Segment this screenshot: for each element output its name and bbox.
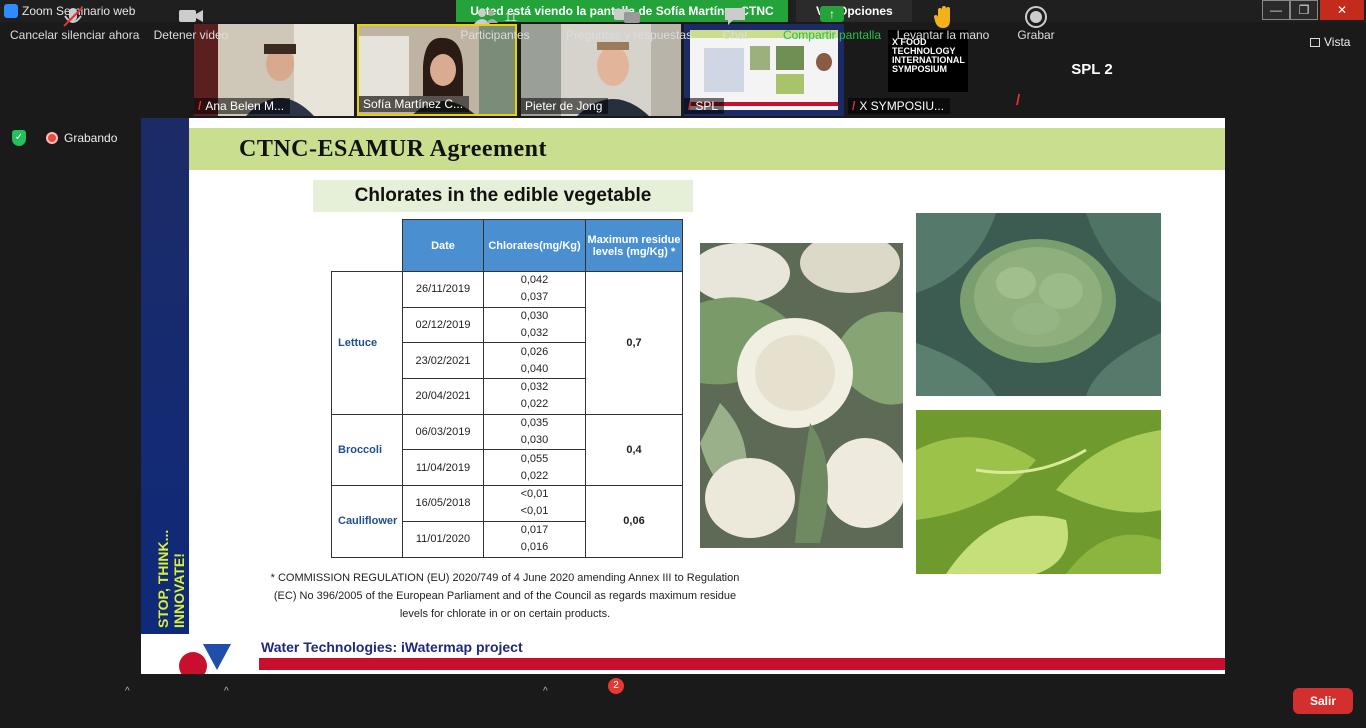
- zoom-window: Zoom Seminario web Usted está viendo la …: [0, 0, 1366, 728]
- view-label: Vista: [1324, 35, 1351, 49]
- chevron-up-icon[interactable]: ^: [125, 686, 130, 697]
- slide-bottom-title: Water Technologies: iWatermap project: [261, 639, 523, 655]
- record-button[interactable]: Grabar: [1012, 0, 1060, 52]
- share-screen-icon: ↑: [780, 0, 884, 28]
- date-cell: 02/12/2019: [402, 306, 484, 344]
- table-row: Cauliflower 16/05/2018 <0,01 <0,01 0,06: [331, 485, 683, 558]
- broccoli-photo: [916, 213, 1161, 396]
- record-icon: [1012, 0, 1060, 28]
- meeting-toolbar: [0, 676, 1366, 728]
- product-cell: Cauliflower: [331, 485, 403, 558]
- date-cell: 26/11/2019: [402, 271, 484, 308]
- header-chlorates: Chlorates(mg/Kg): [483, 219, 586, 272]
- value-cell: 0,032 0,022: [483, 378, 586, 415]
- participant-name: / Ana Belen M...: [194, 98, 291, 114]
- date-cell: 06/03/2019: [402, 413, 484, 451]
- date-cell: 23/02/2021: [402, 342, 484, 380]
- stop-video-button[interactable]: Detener video: [150, 0, 232, 52]
- chevron-up-icon[interactable]: ^: [224, 686, 229, 697]
- raise-hand-icon: [894, 0, 992, 28]
- microphone-muted-icon: [10, 0, 136, 28]
- value-cell: 0,035 0,030: [483, 413, 586, 451]
- value-cell: 0,017 0,016: [483, 520, 586, 558]
- participant-name: / X SYMPOSIU...: [848, 98, 951, 114]
- recording-label: Grabando: [64, 131, 118, 145]
- shared-screen: STOP, THINK... INNOVATE! CTNC-ESAMUR Agr…: [141, 118, 1225, 674]
- microphone-muted-icon: /: [1016, 92, 1021, 109]
- qa-icon: [566, 0, 688, 28]
- qa-badge: 2: [608, 678, 624, 694]
- participant-name: Sofía Martínez C...: [359, 96, 470, 112]
- security-shield-icon[interactable]: ✓: [12, 130, 26, 146]
- table-corner: [331, 219, 403, 272]
- record-dot-icon: [46, 132, 58, 144]
- grid-view-icon: [1310, 38, 1320, 47]
- view-switch-button[interactable]: Vista: [1310, 35, 1350, 49]
- cauliflower-photo: [700, 243, 903, 548]
- minimize-button[interactable]: —: [1262, 0, 1290, 20]
- participants-icon: 11: [458, 0, 532, 28]
- slide-side-text: STOP, THINK... INNOVATE!: [155, 529, 187, 628]
- mrl-cell: 0,06: [585, 485, 683, 558]
- value-cell: 0,026 0,040: [483, 342, 586, 380]
- chlorates-table: Date Chlorates(mg/Kg) Maximum residue le…: [331, 219, 683, 558]
- chat-icon: [712, 0, 758, 28]
- table-row: Broccoli 06/03/2019 0,035 0,030 0,4: [331, 413, 683, 487]
- close-button[interactable]: ✕: [1320, 0, 1364, 20]
- value-cell: 0,030 0,032: [483, 306, 586, 344]
- microphone-muted-icon: /: [852, 99, 856, 113]
- chat-button[interactable]: Chat: [712, 0, 758, 52]
- lettuce-photo: [916, 410, 1161, 574]
- slide-footnote: * COMMISSION REGULATION (EU) 2020/749 of…: [270, 572, 740, 620]
- unmute-button[interactable]: Cancelar silenciar ahora: [10, 0, 139, 52]
- mrl-cell: 0,4: [585, 413, 683, 487]
- slide-bottom-strip: [259, 658, 1225, 670]
- video-camera-icon: [150, 0, 232, 28]
- participant-name: / SPL: [684, 98, 725, 114]
- recording-indicator[interactable]: Grabando: [46, 131, 117, 145]
- date-cell: 11/01/2020: [402, 520, 484, 558]
- share-screen-button[interactable]: ↑ Compartir pantalla: [780, 0, 884, 52]
- mrl-cell: 0,7: [585, 271, 683, 415]
- slide-title: CTNC-ESAMUR Agreement: [239, 136, 548, 162]
- product-cell: Lettuce: [331, 271, 403, 415]
- maximize-button[interactable]: ❐: [1290, 0, 1318, 20]
- qa-button[interactable]: Preguntas y respuestas: [566, 0, 692, 52]
- value-cell: 0,042 0,037: [483, 271, 586, 308]
- product-cell: Broccoli: [331, 413, 403, 487]
- date-cell: 20/04/2021: [402, 378, 484, 415]
- chevron-up-icon[interactable]: ^: [543, 686, 548, 697]
- slide-subtitle: Chlorates in the edible vegetable: [313, 180, 693, 212]
- microphone-muted-icon: /: [688, 99, 692, 113]
- exit-button[interactable]: Salir: [1293, 688, 1353, 714]
- raise-hand-button[interactable]: Levantar la mano: [894, 0, 992, 52]
- participant-name: SPL 2: [1071, 61, 1113, 78]
- microphone-muted-icon: /: [198, 99, 202, 113]
- value-cell: 0,055 0,022: [483, 449, 586, 487]
- date-cell: 11/04/2019: [402, 449, 484, 487]
- participant-name: Pieter de Jong: [521, 98, 609, 114]
- participants-button[interactable]: 11 Participantes: [458, 0, 532, 52]
- table-row: Lettuce 26/11/2019 0,042 0,037 0,7: [331, 271, 683, 415]
- participants-count: 11: [504, 10, 517, 24]
- header-date: Date: [402, 219, 484, 272]
- date-cell: 16/05/2018: [402, 485, 484, 522]
- slide-bottom-logo: [163, 640, 253, 674]
- header-mrl: Maximum residue levels (mg/Kg) *: [585, 219, 683, 272]
- value-cell: <0,01 <0,01: [483, 485, 586, 522]
